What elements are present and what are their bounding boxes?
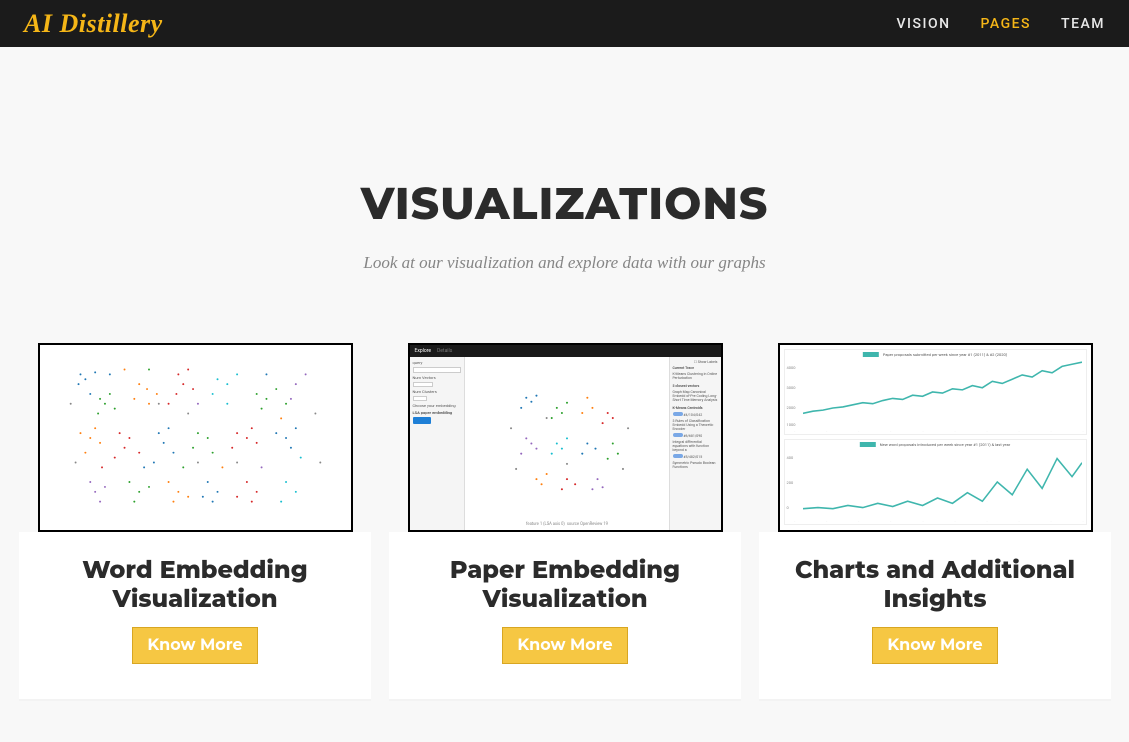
nav: VISION PAGES TEAM	[897, 16, 1106, 32]
svg-text:feature 1 (LSA axis 0) source: feature 1 (LSA axis 0) source OpenReview…	[526, 521, 609, 526]
thumbnail-word-embedding[interactable]	[38, 343, 353, 532]
know-more-button[interactable]: Know More	[872, 627, 997, 664]
thumb-right-panel: ☐ Show Labels Current Trace K-Means Clus…	[669, 357, 721, 530]
card-body: Word Embedding Visualization Know More	[19, 532, 371, 699]
cards-row: Word Embedding Visualization Know More E…	[0, 273, 1129, 699]
thumb-tab: Explore	[415, 348, 432, 354]
section-subtitle: Look at our visualization and explore da…	[0, 253, 1129, 273]
nav-pages[interactable]: PAGES	[981, 16, 1032, 32]
section-title: VISUALIZATIONS	[0, 177, 1129, 231]
card-charts-insights: Paper proposals submitted per week since…	[765, 343, 1105, 699]
thumb-inner: query Num Vectors Num Clusters Choose yo…	[410, 357, 721, 530]
card-title: Word Embedding Visualization	[29, 557, 361, 615]
card-title: Charts and Additional Insights	[769, 557, 1101, 615]
thumb-topbar: Explore Details	[410, 345, 721, 357]
thumb-mid-scatter: feature 1 (LSA axis 0) source OpenReview…	[465, 357, 669, 530]
mini-line-chart-2: New word proposals introduced per week s…	[784, 439, 1087, 525]
line-chart-icon	[803, 360, 1082, 424]
nav-team[interactable]: TEAM	[1061, 16, 1105, 32]
brand-logo[interactable]: AI Distillery	[24, 9, 163, 39]
thumbnail-paper-embedding[interactable]: Explore Details query Num Vectors Num Cl…	[408, 343, 723, 532]
card-title: Paper Embedding Visualization	[399, 557, 731, 615]
thumb-left-panel: query Num Vectors Num Clusters Choose yo…	[410, 357, 465, 530]
visualizations-section: VISUALIZATIONS Look at our visualization…	[0, 47, 1129, 699]
thumbnail-charts-insights[interactable]: Paper proposals submitted per week since…	[778, 343, 1093, 532]
header: AI Distillery VISION PAGES TEAM	[0, 0, 1129, 47]
know-more-button[interactable]: Know More	[132, 627, 257, 664]
know-more-button[interactable]: Know More	[502, 627, 627, 664]
card-body: Charts and Additional Insights Know More	[759, 532, 1111, 699]
nav-vision[interactable]: VISION	[897, 16, 951, 32]
card-body: Paper Embedding Visualization Know More	[389, 532, 741, 699]
card-word-embedding: Word Embedding Visualization Know More	[25, 343, 365, 699]
card-paper-embedding: Explore Details query Num Vectors Num Cl…	[395, 343, 735, 699]
mini-line-chart-1: Paper proposals submitted per week since…	[784, 349, 1087, 435]
scatter-plot-icon	[40, 345, 351, 530]
line-chart-icon	[803, 450, 1082, 514]
thumb-tab: Details	[437, 348, 452, 354]
